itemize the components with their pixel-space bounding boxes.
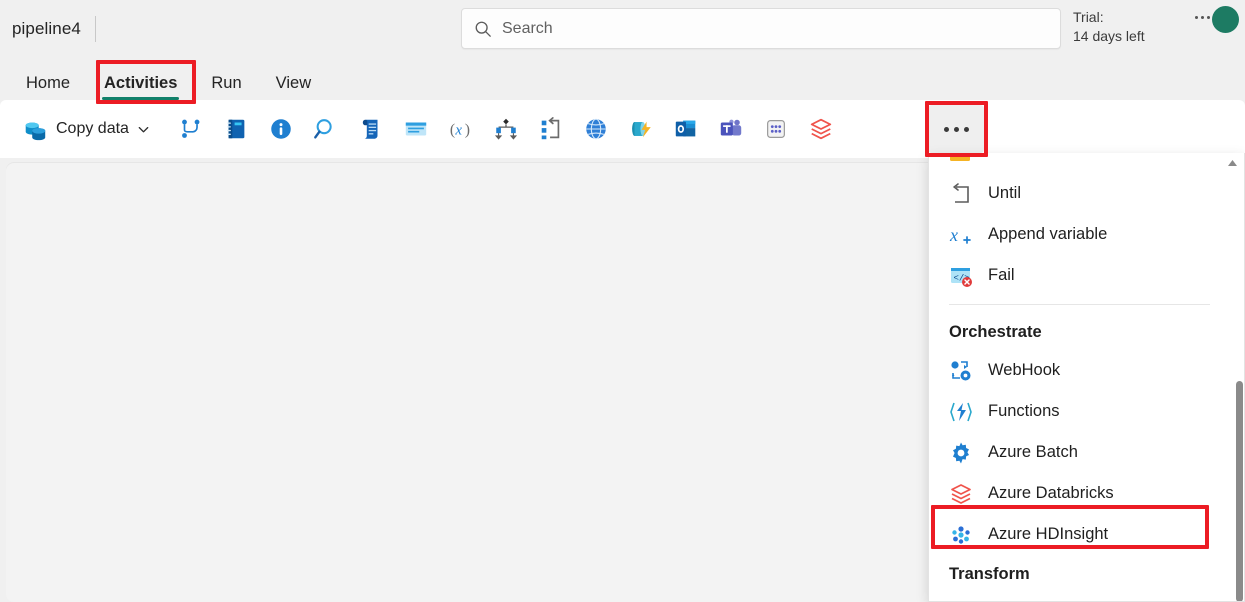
- dataflow-grid-icon: [766, 120, 785, 138]
- menu-scrollbar-thumb[interactable]: [1236, 381, 1243, 601]
- hdinsight-icon: [952, 525, 970, 544]
- outlook-button[interactable]: [665, 109, 707, 149]
- databricks-icon: [951, 483, 971, 504]
- notebook-icon: [227, 119, 245, 139]
- until-loop-icon: [952, 182, 969, 203]
- ribbon-tabs: Home Activities Run View: [0, 57, 1245, 104]
- lookup-button[interactable]: [305, 109, 347, 149]
- teams-icon: [720, 119, 742, 136]
- gear-icon: [953, 442, 969, 463]
- trial-label: Trial:: [1073, 9, 1104, 25]
- svg-text:x: x: [949, 225, 958, 245]
- foreach-button[interactable]: [530, 109, 572, 149]
- search-icon: [475, 21, 491, 37]
- fail-icon: </>: [951, 267, 972, 287]
- menu-item-label: Append variable: [988, 225, 1108, 243]
- svg-text:): ): [465, 122, 470, 139]
- search-input[interactable]: Search: [461, 8, 1061, 49]
- search-container: Search: [461, 8, 1061, 49]
- menu-item-webhook[interactable]: WebHook: [929, 350, 1228, 391]
- chevron-down-icon: [138, 126, 149, 132]
- globe-icon: [586, 118, 606, 140]
- notebook-button[interactable]: [215, 109, 257, 149]
- script-button[interactable]: [350, 109, 392, 149]
- info-circle-icon: [271, 119, 291, 139]
- trial-days-left: 14 days left: [1073, 28, 1145, 44]
- copy-data-icon: [25, 122, 46, 141]
- menu-item-label: Until: [988, 184, 1022, 202]
- top-bar: pipeline4 Search Trial: 14 days left: [0, 0, 1245, 57]
- stored-procedure-button[interactable]: [395, 109, 437, 149]
- tab-activities[interactable]: Activities: [88, 62, 193, 104]
- foreach-loop-icon: [541, 117, 560, 140]
- copy-data-label: Copy data: [56, 120, 129, 137]
- magnifier-icon: [314, 119, 332, 139]
- tab-view[interactable]: View: [260, 62, 327, 104]
- azure-functions-icon: [950, 402, 972, 421]
- activities-overflow-menu: Until x Append variable </> Fail Orchest…: [928, 153, 1245, 602]
- menu-item-azure-hdinsight[interactable]: Azure HDInsight: [929, 514, 1228, 555]
- menu-item-label: Fail: [988, 266, 1015, 284]
- page-title: pipeline4: [12, 18, 81, 38]
- set-variable-button[interactable]: ( x ): [440, 109, 482, 149]
- menu-item-functions[interactable]: Functions: [929, 391, 1228, 432]
- menu-item-label: Azure Databricks: [988, 484, 1114, 502]
- webhook-icon: [951, 360, 971, 380]
- svg-text:(: (: [450, 122, 455, 139]
- tab-home[interactable]: Home: [10, 62, 86, 104]
- pipeline-branch-icon: [182, 119, 200, 138]
- toolbar-overflow-button[interactable]: [928, 105, 984, 153]
- set-variable-x-icon: ( x ): [450, 122, 470, 139]
- chevron-up-icon[interactable]: [1227, 159, 1238, 167]
- trial-status: Trial: 14 days left: [1073, 8, 1193, 46]
- menu-item-fail[interactable]: </> Fail: [929, 255, 1228, 296]
- account-area[interactable]: [1194, 6, 1239, 33]
- switch-button[interactable]: [485, 109, 527, 149]
- search-placeholder: Search: [502, 19, 553, 37]
- menu-item-label: Azure Batch: [988, 443, 1078, 461]
- outlook-icon: [675, 120, 696, 137]
- more-dots-icon: [1194, 15, 1210, 24]
- menu-item-until[interactable]: Until: [929, 173, 1228, 214]
- invoke-pipeline-button[interactable]: [170, 109, 212, 149]
- tab-label: Run: [211, 73, 242, 92]
- append-variable-icon: x: [949, 225, 971, 245]
- tab-label: Home: [26, 73, 71, 92]
- web-button[interactable]: [575, 109, 617, 149]
- teams-button[interactable]: [710, 109, 752, 149]
- switch-branch-icon: [494, 118, 518, 140]
- azure-function-button[interactable]: [620, 109, 662, 149]
- tab-label: Activities: [104, 73, 178, 92]
- tab-label: View: [275, 73, 312, 92]
- brand-divider: [94, 15, 96, 42]
- menu-section-header-transform: Transform: [949, 565, 1030, 583]
- svg-text:x: x: [454, 123, 462, 139]
- menu-item-label: WebHook: [988, 361, 1061, 379]
- menu-section-header-orchestrate: Orchestrate: [949, 323, 1042, 341]
- azure-function-icon: [632, 121, 651, 138]
- azure-databricks-button[interactable]: [800, 109, 842, 149]
- menu-item-azure-batch[interactable]: Azure Batch: [929, 432, 1228, 473]
- activities-toolbar: Copy data (x): [0, 100, 1245, 158]
- menu-item-label: Azure HDInsight: [988, 525, 1109, 543]
- tab-run[interactable]: Run: [195, 62, 257, 104]
- menu-items-list: Until x Append variable </> Fail Orchest…: [929, 173, 1228, 592]
- dataflow-button[interactable]: [755, 109, 797, 149]
- filter-icon-partial: [945, 153, 975, 161]
- menu-item-azure-databricks[interactable]: Azure Databricks: [929, 473, 1228, 514]
- script-scroll-icon: [362, 119, 378, 139]
- databricks-icon: [810, 118, 832, 140]
- get-metadata-button[interactable]: [260, 109, 302, 149]
- brand-area: pipeline4: [0, 0, 96, 57]
- stored-procedure-icon: [405, 122, 427, 136]
- app-root: pipeline4 Search Trial: 14 days left Hom…: [0, 0, 1245, 602]
- menu-separator: [949, 304, 1210, 305]
- menu-item-label: Functions: [988, 402, 1060, 420]
- copy-data-button[interactable]: Copy data: [14, 109, 158, 149]
- avatar[interactable]: [1212, 6, 1239, 33]
- menu-item-append-variable[interactable]: x Append variable: [929, 214, 1228, 255]
